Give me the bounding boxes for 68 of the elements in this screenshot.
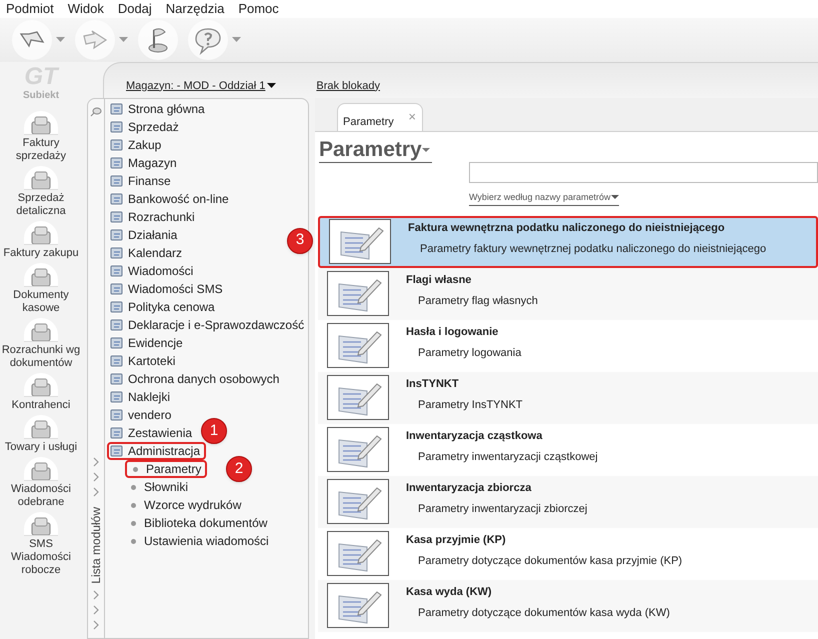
module-item[interactable]: Ochrona danych osobowych [109, 370, 284, 388]
tab[interactable]: Parametry × [337, 103, 423, 131]
submodule-item[interactable]: Słowniki [125, 478, 192, 496]
module-item[interactable]: Strona główna [109, 100, 209, 118]
menu-item[interactable]: Podmiot [6, 0, 54, 19]
module-item[interactable]: Wiadomości [109, 262, 198, 280]
nav-item[interactable]: Sprzedaż detaliczna [1, 166, 81, 218]
panel-title: Lista modułów [88, 507, 104, 584]
parameter-description: Parametry flag własnych [417, 294, 538, 309]
parameter-title: Flagi własne [406, 272, 472, 288]
parameter-title: Hasła i logowanie [406, 324, 500, 340]
nav-item[interactable]: Faktury sprzedaży [1, 111, 81, 163]
module-item[interactable]: Sprzedaż [109, 118, 183, 136]
nav-item[interactable]: Rozrachunki wg dokumentów [1, 318, 81, 370]
menu-item[interactable]: Narzędzia [166, 0, 224, 19]
module-item[interactable]: Polityka cenowa [109, 298, 219, 316]
menu-item[interactable]: Pomoc [238, 0, 279, 19]
module-item[interactable]: Wiadomości SMS [109, 280, 227, 298]
module-item[interactable]: Kalendarz [109, 244, 186, 262]
parameter-description: Parametry faktury wewnętrznej podatku naliczonego do nieistniejącego [419, 242, 766, 257]
module-item[interactable]: Zakup [109, 136, 166, 154]
parameter-row[interactable]: Kasa wyda (KW) Parametry dotyczące dokumentów kasa wyda (KW) [318, 580, 818, 632]
module-item[interactable]: Działania [109, 226, 182, 244]
module-item[interactable]: Naklejki [109, 388, 174, 406]
page-title[interactable]: Parametry [319, 138, 432, 163]
annotation-badge: 2 [226, 456, 252, 482]
menu-item[interactable]: Widok [68, 0, 104, 19]
parameter-row[interactable]: Inwentaryzacja zbiorcza Parametry inwentaryzacji zbiorczej [318, 476, 818, 528]
nav-item[interactable]: Dokumenty kasowe [1, 263, 81, 315]
module-item[interactable]: vendero [109, 406, 176, 424]
submodule-item[interactable]: Ustawienia wiadomości [125, 532, 273, 550]
module-item[interactable]: Finanse [109, 172, 175, 190]
nav-item[interactable]: Wiadomości odebrane [1, 457, 81, 509]
parameter-title: Kasa wyda (KW) [406, 584, 493, 600]
parameter-title: Kasa przyjmie (KP) [406, 532, 507, 548]
parameter-description: Parametry inwentaryzacji zbiorczej [417, 502, 588, 517]
lock-link[interactable]: Brak blokady [316, 78, 380, 94]
submodule-item[interactable]: Parametry [125, 460, 208, 478]
module-item[interactable]: Deklaracje i e-Sprawozdawczość [109, 316, 308, 334]
parameter-description: Parametry dotyczące dokumentów kasa przyjmie (KP) [417, 554, 682, 569]
module-item[interactable]: Ewidencje [109, 334, 187, 352]
parameter-row[interactable]: InsTYNKT Parametry InsTYNKT [318, 372, 818, 424]
menu-item[interactable]: Dodaj [118, 0, 152, 19]
nav-item[interactable]: Towary i usługi [1, 415, 81, 454]
parameter-title: Inwentaryzacja cząstkowa [406, 428, 544, 444]
module-item[interactable]: Bankowość on-line [109, 190, 233, 208]
module-item[interactable]: Kartoteki [109, 352, 180, 370]
parameter-row[interactable]: Flagi własne Parametry flag własnych [318, 268, 818, 320]
parameter-title: Inwentaryzacja zbiorcza [406, 480, 532, 496]
parameter-title: Faktura wewnętrzna podatku naliczonego do nieistniejącego [408, 220, 726, 236]
filter-link[interactable]: Wybierz według nazwy parametrów [469, 191, 620, 206]
parameter-description: Parametry logowania [417, 346, 522, 361]
parameter-title: InsTYNKT [406, 376, 460, 392]
logo-name: Subiekt [22, 89, 60, 103]
module-item[interactable]: Magazyn [109, 154, 181, 172]
warehouse-link[interactable]: Magazyn: - MOD - Oddział 1 [126, 78, 276, 94]
submodule-item[interactable]: Biblioteka dokumentów [125, 514, 272, 532]
module-item[interactable]: Administracja [107, 442, 206, 460]
parameter-description: Parametry inwentaryzacji cząstkowej [417, 450, 598, 465]
nav-item[interactable]: Faktury zakupu [1, 221, 81, 260]
nav-item[interactable]: Kontrahenci [1, 373, 81, 412]
submodule-item[interactable]: Wzorce wydruków [125, 496, 246, 514]
module-item[interactable]: Zestawienia [109, 424, 196, 442]
parameter-description: Parametry InsTYNKT [417, 398, 523, 413]
annotation-badge: 1 [201, 418, 227, 444]
parameter-description: Parametry dotyczące dokumentów kasa wyda (KW) [417, 606, 670, 621]
module-item[interactable]: Rozrachunki [109, 208, 199, 226]
nav-item[interactable]: SMS Wiadomości robocze [1, 512, 81, 577]
